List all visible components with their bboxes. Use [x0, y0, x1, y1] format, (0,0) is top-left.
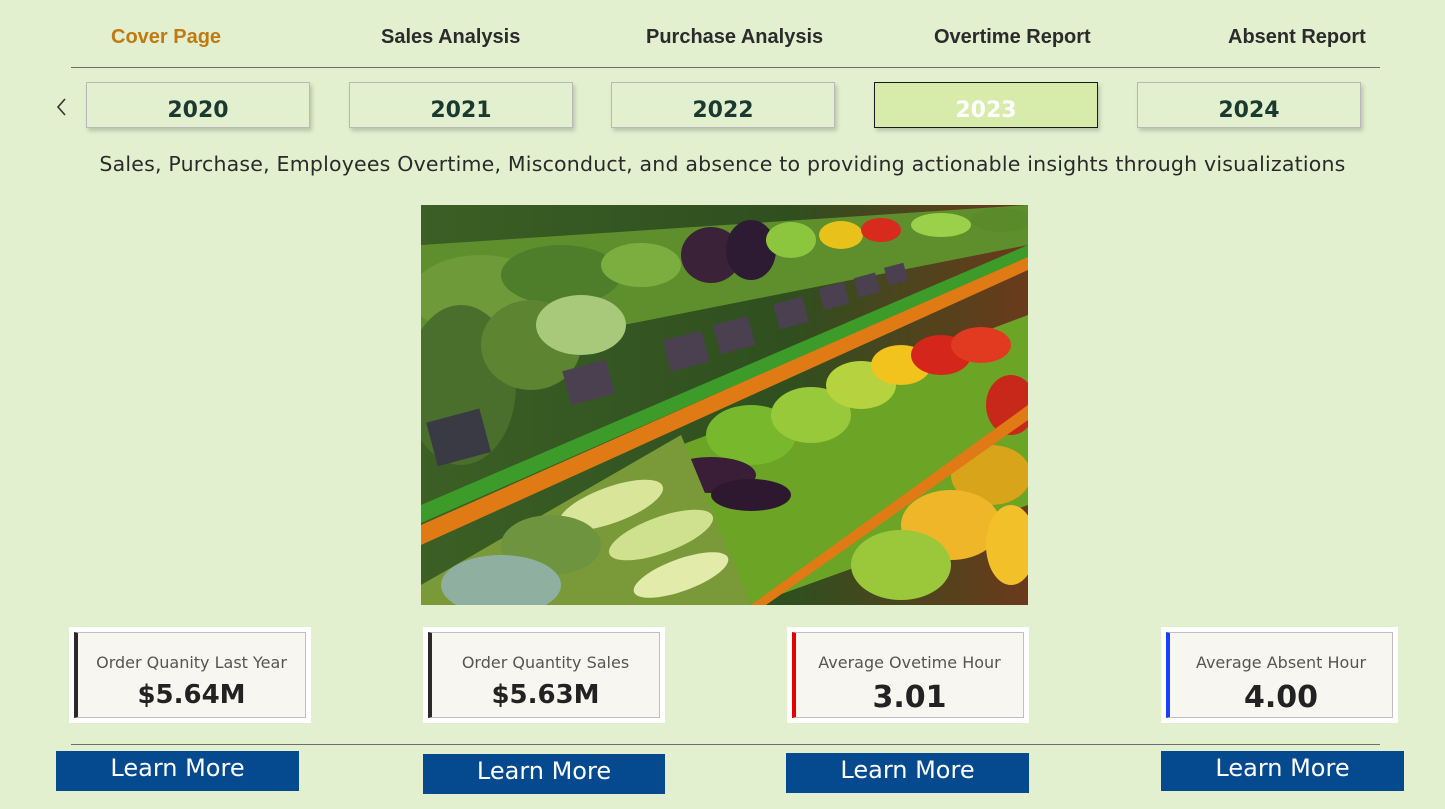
kpi-label: Average Ovetime Hour [818, 653, 1001, 672]
kpi-card-inner: Average Absent Hour 4.00 [1166, 632, 1393, 718]
kpi-card-inner: Order Quanity Last Year $5.64M [74, 632, 306, 718]
year-button-2023[interactable]: 2023 [874, 82, 1098, 128]
page-subtitle: Sales, Purchase, Employees Overtime, Mis… [99, 152, 1346, 176]
kpi-card-order-quantity-last-year: Order Quanity Last Year $5.64M [69, 627, 311, 723]
nav-divider [71, 67, 1380, 68]
learn-more-button-4[interactable]: Learn More [1161, 751, 1404, 791]
kpi-label: Average Absent Hour [1195, 653, 1367, 672]
year-button-2024[interactable]: 2024 [1137, 82, 1361, 128]
kpi-card-inner: Order Quantity Sales $5.63M [428, 632, 660, 718]
kpi-card-inner: Average Ovetime Hour 3.01 [792, 632, 1024, 718]
year-button-2020[interactable]: 2020 [86, 82, 310, 128]
kpi-card-average-absent-hour: Average Absent Hour 4.00 [1161, 627, 1398, 723]
nav-cover-page[interactable]: Cover Page [111, 26, 221, 52]
nav-sales-analysis[interactable]: Sales Analysis [381, 26, 520, 52]
learn-more-button-3[interactable]: Learn More [786, 753, 1029, 793]
kpi-value: $5.63M [491, 680, 600, 710]
learn-more-button-2[interactable]: Learn More [423, 754, 665, 794]
kpi-card-average-overtime-hour: Average Ovetime Hour 3.01 [787, 627, 1029, 723]
year-button-2022[interactable]: 2022 [611, 82, 835, 128]
kpi-value: $5.64M [137, 680, 246, 710]
nav-absent-report[interactable]: Absent Report [1228, 26, 1366, 52]
hero-image-vegetables [421, 205, 1028, 605]
kpi-label: Order Quantity Sales [461, 653, 630, 672]
year-button-2021[interactable]: 2021 [349, 82, 573, 128]
chevron-left-icon[interactable] [53, 97, 71, 117]
nav-purchase-analysis[interactable]: Purchase Analysis [646, 26, 823, 52]
kpi-card-order-quantity-sales: Order Quantity Sales $5.63M [423, 627, 665, 723]
learn-more-button-1[interactable]: Learn More [56, 751, 299, 791]
nav-overtime-report[interactable]: Overtime Report [934, 26, 1091, 52]
footer-divider [71, 744, 1380, 745]
kpi-value: 3.01 [872, 680, 947, 715]
kpi-value: 4.00 [1243, 680, 1319, 715]
kpi-label: Order Quanity Last Year [96, 653, 287, 672]
